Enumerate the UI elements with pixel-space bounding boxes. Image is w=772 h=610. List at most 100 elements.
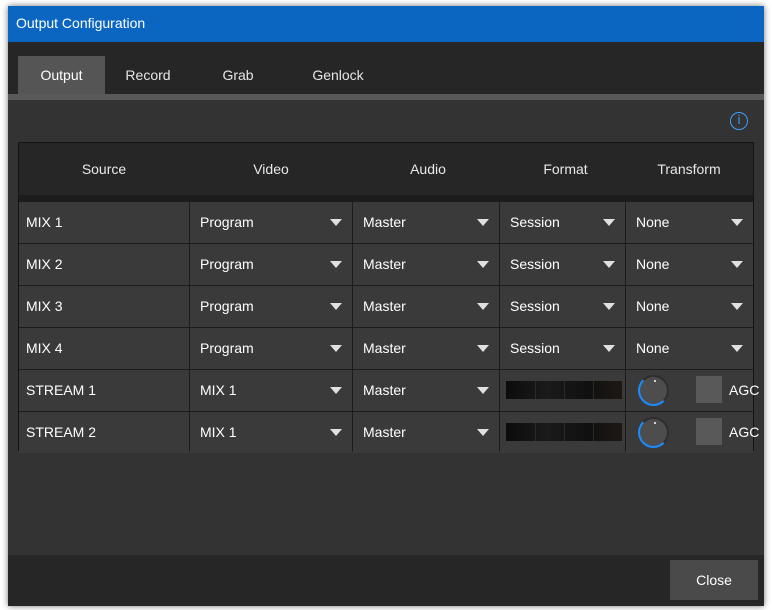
chevron-down-icon [330, 303, 342, 310]
audio-value: Master [363, 256, 406, 272]
transform-dropdown[interactable]: None [626, 202, 753, 243]
chevron-down-icon [477, 303, 489, 310]
close-button[interactable]: Close [670, 560, 758, 600]
chevron-down-icon [477, 429, 489, 436]
chevron-down-icon [330, 429, 342, 436]
transform-value: None [636, 256, 670, 272]
output-configuration-dialog: Output Configuration Output Record Grab … [8, 6, 764, 606]
table-row: MIX 1 Program Master Session None [19, 202, 753, 243]
video-value: Program [200, 340, 254, 356]
agc-label: AGC [729, 424, 760, 440]
tab-record[interactable]: Record [113, 56, 183, 94]
table-row: STREAM 1 MIX 1 Master AGC [19, 370, 759, 411]
audio-level-meter [506, 423, 622, 441]
format-dropdown[interactable]: Session [500, 286, 625, 327]
video-dropdown[interactable]: Program [190, 244, 352, 285]
chevron-down-icon [330, 387, 342, 394]
audio-dropdown[interactable]: Master [353, 244, 499, 285]
output-table: Source Video Audio Format Transform MIX … [18, 142, 759, 453]
header-audio: Audio [410, 161, 446, 177]
chevron-down-icon [477, 261, 489, 268]
chevron-down-icon [330, 219, 342, 226]
format-dropdown[interactable]: Session [500, 202, 625, 243]
tab-genlock[interactable]: Genlock [298, 56, 378, 94]
format-value: Session [510, 340, 560, 356]
meter-tick [535, 423, 536, 441]
header-source: Source [81, 161, 127, 177]
meter-tick [593, 423, 594, 441]
audio-value: Master [363, 382, 406, 398]
chevron-down-icon [603, 303, 615, 310]
transform-dropdown[interactable]: None [626, 328, 753, 369]
tab-output[interactable]: Output [18, 56, 105, 94]
chevron-down-icon [603, 345, 615, 352]
video-value: Program [200, 298, 254, 314]
video-dropdown[interactable]: Program [190, 328, 352, 369]
video-dropdown[interactable]: MIX 1 [190, 370, 352, 411]
audio-level-cell [500, 412, 625, 453]
format-dropdown[interactable]: Session [500, 244, 625, 285]
source-label: MIX 2 [26, 256, 63, 272]
video-value: Program [200, 214, 254, 230]
video-value: MIX 1 [200, 382, 237, 398]
audio-value: Master [363, 214, 406, 230]
table-row: MIX 3 Program Master Session None [19, 286, 753, 327]
source-label: STREAM 1 [26, 382, 97, 398]
audio-dropdown[interactable]: Master [353, 412, 499, 453]
audio-dropdown[interactable]: Master [353, 286, 499, 327]
gain-knob[interactable] [638, 417, 669, 448]
table-row: MIX 2 Program Master Session None [19, 244, 753, 285]
gain-cell: AGC [626, 412, 759, 453]
chevron-down-icon [731, 261, 743, 268]
source-label: MIX 3 [26, 298, 63, 314]
source-cell: STREAM 2 [19, 412, 189, 453]
source-cell: MIX 4 [19, 328, 189, 369]
transform-value: None [636, 340, 670, 356]
transform-value: None [636, 214, 670, 230]
audio-level-meter [506, 381, 622, 399]
agc-checkbox[interactable] [696, 418, 722, 445]
meter-tick [593, 381, 594, 399]
format-dropdown[interactable]: Session [500, 328, 625, 369]
video-dropdown[interactable]: Program [190, 286, 352, 327]
header-transform: Transform [657, 161, 721, 177]
info-icon[interactable]: i [730, 112, 748, 130]
video-dropdown[interactable]: MIX 1 [190, 412, 352, 453]
source-label: MIX 1 [26, 214, 63, 230]
chevron-down-icon [731, 345, 743, 352]
title-bar[interactable]: Output Configuration [8, 6, 764, 42]
table-row: STREAM 2 MIX 1 Master AGC [19, 412, 759, 453]
meter-tick [564, 381, 565, 399]
chevron-down-icon [477, 387, 489, 394]
agc-checkbox[interactable] [696, 376, 722, 403]
video-value: MIX 1 [200, 424, 237, 440]
source-cell: MIX 1 [19, 202, 189, 243]
meter-tick [535, 381, 536, 399]
table-row: MIX 4 Program Master Session None [19, 328, 753, 369]
table-header: Source Video Audio Format Transform [19, 143, 753, 195]
transform-value: None [636, 298, 670, 314]
source-cell: MIX 3 [19, 286, 189, 327]
tab-underline [8, 94, 764, 100]
video-dropdown[interactable]: Program [190, 202, 352, 243]
chevron-down-icon [330, 345, 342, 352]
knob-indicator [654, 380, 656, 382]
header-format: Format [543, 161, 588, 177]
transform-dropdown[interactable]: None [626, 286, 753, 327]
gain-knob[interactable] [638, 375, 669, 406]
agc-label: AGC [729, 382, 760, 398]
audio-value: Master [363, 340, 406, 356]
transform-dropdown[interactable]: None [626, 244, 753, 285]
knob-indicator [654, 422, 656, 424]
source-label: STREAM 2 [26, 424, 97, 440]
dialog-footer: Close [8, 555, 764, 606]
audio-dropdown[interactable]: Master [353, 370, 499, 411]
audio-dropdown[interactable]: Master [353, 202, 499, 243]
audio-dropdown[interactable]: Master [353, 328, 499, 369]
chevron-down-icon [603, 219, 615, 226]
chevron-down-icon [603, 261, 615, 268]
source-cell: STREAM 1 [19, 370, 189, 411]
tab-grab[interactable]: Grab [208, 56, 268, 94]
video-value: Program [200, 256, 254, 272]
window-title: Output Configuration [16, 15, 146, 31]
